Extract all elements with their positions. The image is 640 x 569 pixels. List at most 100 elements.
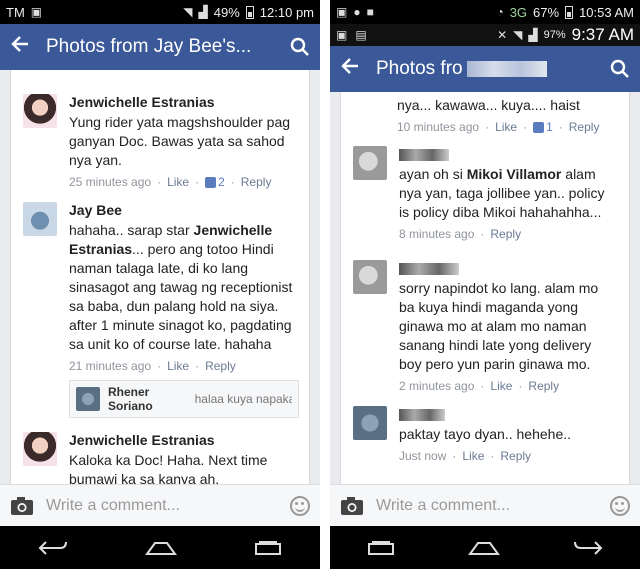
comment-text: sorry napindot ko lang. alam mo ba kuya … (399, 280, 599, 372)
search-icon[interactable] (610, 59, 630, 79)
clock: 9:37 AM (571, 25, 634, 44)
notification-icon: ■ (366, 5, 374, 19)
comment-time: Just now (399, 449, 447, 463)
network-type: 3G (509, 4, 528, 20)
reply-button[interactable]: Reply (241, 175, 272, 189)
wifi-icon: ◥ (183, 5, 193, 19)
camera-icon[interactable] (340, 496, 364, 516)
thumbs-up-icon (205, 176, 217, 188)
comment-item: Jenwichelle Estranias Yung rider yata ma… (11, 94, 309, 189)
reply-button[interactable]: Reply (490, 227, 521, 241)
like-count: 2 (205, 175, 225, 189)
reply-button[interactable]: Reply (500, 449, 531, 463)
comments-card: Jenwichelle Estranias Yung rider yata ma… (10, 70, 310, 484)
comment-author[interactable]: Jay Bee (69, 202, 297, 218)
mention-link[interactable]: Mikoi Villamor (467, 166, 562, 182)
carrier-label: TM (6, 4, 25, 20)
comment-text: Yung rider yata magshshoulder pag ganyan… (69, 114, 291, 168)
comment-meta: 21 minutes ago · Like · Reply (69, 359, 236, 373)
like-button[interactable]: Like (167, 359, 189, 373)
comment-composer: Write a comment... (0, 484, 320, 526)
comment-author[interactable]: Jenwichelle Estranias (69, 432, 297, 448)
comment-meta: 25 minutes ago · Like · 2 · Reply (69, 175, 272, 189)
nav-back-icon[interactable] (38, 540, 68, 556)
comment-item: Jenwichelle Estranias Kaloka ka Doc! Hah… (11, 432, 309, 484)
comment-author[interactable]: Jenwichelle Estranias (69, 94, 297, 110)
system-nav-bar (0, 526, 320, 569)
smiley-icon[interactable] (610, 495, 630, 516)
sim-icon: ▤ (355, 28, 367, 42)
left-phone-screenshot: TM ▣ ◥ ▟ 49% 12:10 pm Photos from Jay Be… (0, 0, 320, 569)
comment-item: ayan oh si Mikoi Villamor alam nya yan, … (341, 146, 629, 241)
comment-time: 25 minutes ago (69, 175, 152, 189)
app-bar: Photos from Jay Bee's... (0, 24, 320, 70)
nav-back-icon[interactable] (573, 540, 603, 556)
comment-meta: 8 minutes ago · Reply (399, 227, 522, 241)
system-nav-bar (330, 526, 640, 569)
comment-input[interactable]: Write a comment... (46, 497, 278, 515)
nav-recents-icon[interactable] (254, 540, 282, 556)
search-icon[interactable] (290, 37, 310, 57)
like-button[interactable]: Like (490, 379, 512, 393)
avatar[interactable] (23, 432, 57, 466)
comment-author[interactable] (399, 406, 617, 422)
comment-item: Jay Bee hahaha.. sarap star Jenwichelle … (11, 202, 309, 373)
comment-composer: Write a comment... (330, 484, 640, 526)
avatar[interactable] (23, 94, 57, 128)
comment-time: 8 minutes ago (399, 227, 475, 241)
avatar[interactable] (353, 406, 387, 440)
comment-input[interactable]: Write a comment... (376, 497, 598, 515)
reply-button[interactable]: Reply (569, 120, 600, 134)
reply-button[interactable]: Reply (528, 379, 559, 393)
battery-icon (565, 5, 574, 19)
secondary-status-bar: ▣ ▤ ✕ ◥ ▟ 97% 9:37 AM (330, 24, 640, 46)
comment-text: Kaloka ka Doc! Haha. Next time bumawi ka… (69, 452, 268, 484)
mute-icon: ✕ (497, 28, 508, 42)
clock: 10:53 AM (579, 4, 634, 20)
comment-item: nya... kawawa... kuya.... haist 10 minut… (341, 96, 629, 134)
battery-icon (245, 5, 254, 19)
reply-author: Rhener Soriano (108, 385, 153, 413)
image-notification-icon: ▣ (336, 5, 348, 19)
redacted-name (399, 263, 459, 276)
avatar[interactable] (353, 260, 387, 294)
redacted-name (399, 409, 445, 422)
comments-feed[interactable]: Jenwichelle Estranias Yung rider yata ma… (0, 70, 320, 484)
comment-text: nya... kawawa... kuya.... haist (397, 97, 580, 113)
like-button[interactable]: Like (462, 449, 484, 463)
signal-icon: ▟ (528, 28, 538, 42)
like-button[interactable]: Like (167, 175, 189, 189)
comment-meta: 10 minutes ago · Like · 1 · Reply (397, 120, 600, 134)
comment-author[interactable] (399, 146, 617, 162)
battery-percent: 49% (213, 4, 240, 20)
comment-text: paktay tayo dyan.. hehehe.. (399, 426, 572, 442)
comment-author[interactable] (399, 260, 617, 276)
comment-time: 2 minutes ago (399, 379, 475, 393)
back-arrow-icon[interactable] (340, 56, 368, 82)
comment-meta: Just now · Like · Reply (399, 449, 532, 463)
avatar[interactable] (23, 202, 57, 236)
comments-card: nya... kawawa... kuya.... haist 10 minut… (340, 92, 630, 484)
redacted-name (466, 60, 547, 77)
nav-home-icon[interactable] (468, 540, 500, 556)
comment-meta: 2 minutes ago · Like · Reply (399, 379, 560, 393)
app-bar: Photos fro (330, 46, 640, 92)
comment-item: sorry napindot ko lang. alam mo ba kuya … (341, 260, 629, 393)
comments-feed[interactable]: nya... kawawa... kuya.... haist 10 minut… (330, 92, 640, 484)
comment-item: paktay tayo dyan.. hehehe.. Just now · L… (341, 406, 629, 463)
nav-recents-icon[interactable] (367, 540, 395, 556)
nav-home-icon[interactable] (145, 540, 177, 556)
reply-preview[interactable]: Rhener Soriano halaa kuya napaka... (69, 380, 299, 418)
reply-button[interactable]: Reply (205, 359, 236, 373)
battery-percent: 97% (543, 29, 566, 41)
signal-icon: ▟ (198, 5, 208, 19)
like-button[interactable]: Like (495, 120, 517, 134)
comment-time: 21 minutes ago (69, 359, 152, 373)
smiley-icon[interactable] (290, 495, 310, 516)
right-phone-screenshot: ▣ ● ■ ◔ 3G 67% 10:53 AM ▣ ▤ ✕ ◥ ▟ 97% 9:… (330, 0, 640, 569)
camera-icon[interactable] (10, 496, 34, 516)
sim-icon: ▣ (30, 5, 43, 19)
back-arrow-icon[interactable] (10, 34, 38, 60)
avatar[interactable] (353, 146, 387, 180)
comment-time: 10 minutes ago (397, 120, 480, 134)
